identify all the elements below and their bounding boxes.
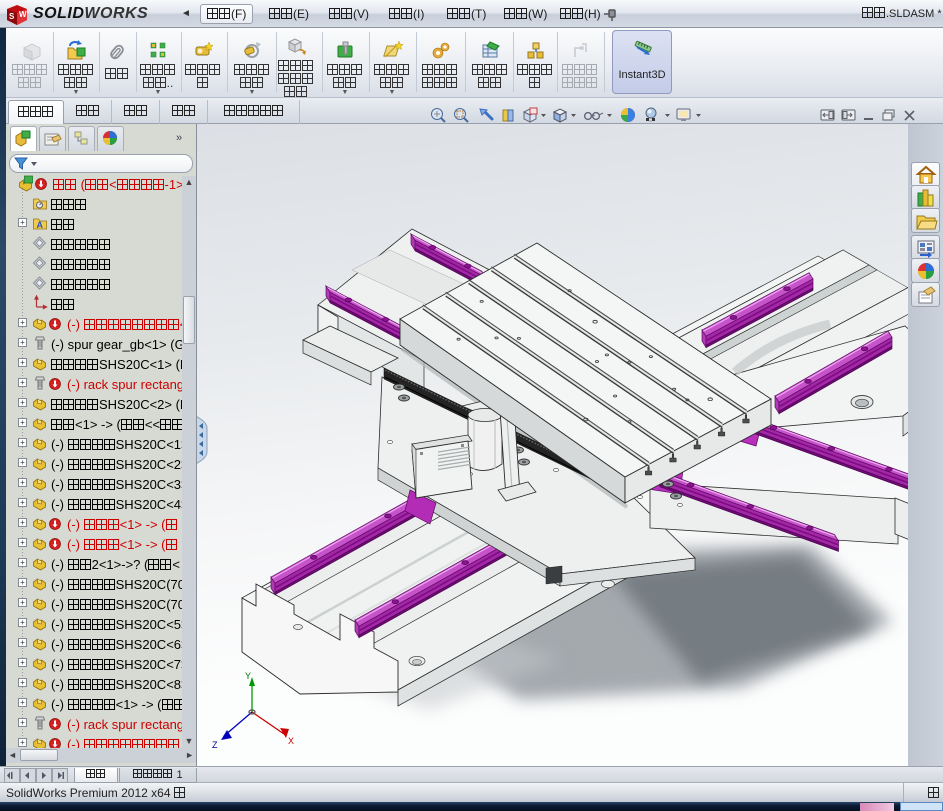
svg-text:Y: Y <box>245 671 251 681</box>
svg-text:X: X <box>288 736 294 746</box>
svg-text:S: S <box>9 12 15 21</box>
svg-text:W: W <box>19 10 27 19</box>
svg-text:Z: Z <box>212 740 218 750</box>
svg-text:»: » <box>176 132 182 144</box>
svg-text:A: A <box>37 220 44 230</box>
